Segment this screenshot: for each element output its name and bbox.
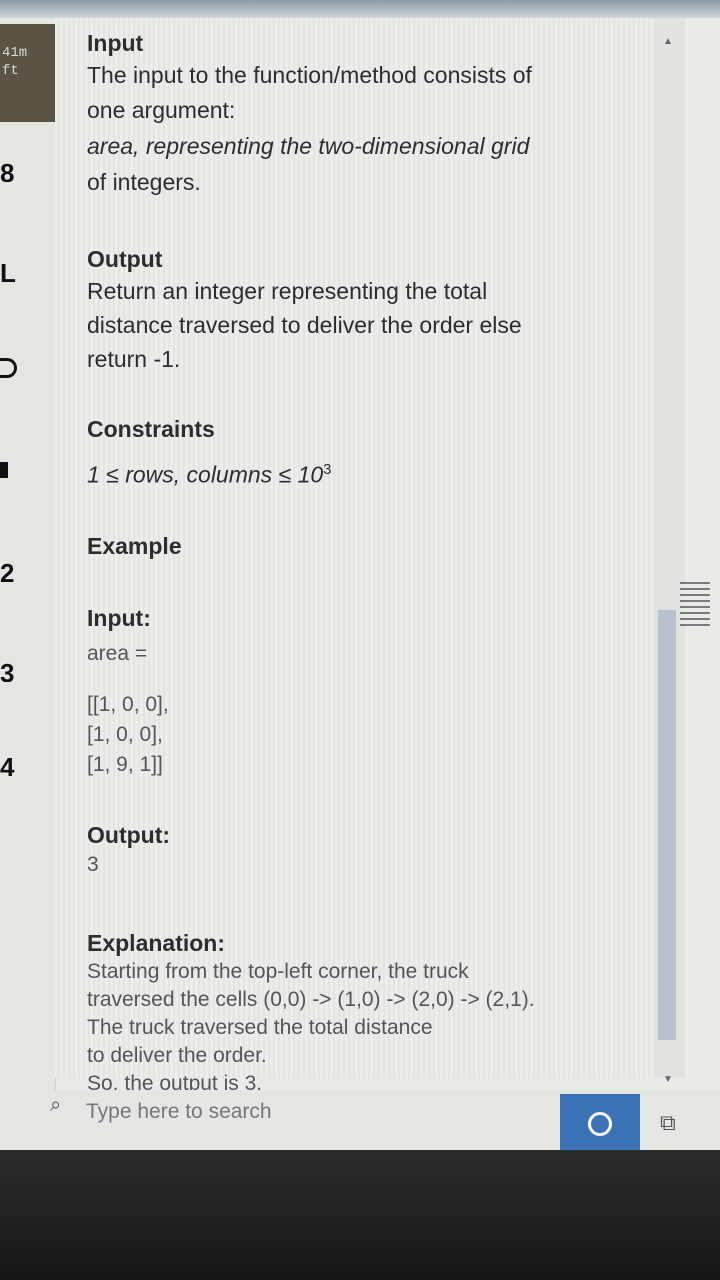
output-text: return -1. <box>87 346 181 372</box>
input-heading: Input <box>87 30 144 56</box>
example-row: [[1, 0, 0], <box>87 692 169 716</box>
output-text: distance traversed to deliver the order … <box>87 312 522 338</box>
example-output-value: 3 <box>87 852 99 876</box>
input-text: The input to the function/method consist… <box>87 62 532 88</box>
input-text: one argument: <box>87 97 236 123</box>
constraints-heading: Constraints <box>87 416 215 442</box>
scroll-up-arrow-icon[interactable]: ▲ <box>663 36 673 47</box>
sidebar-question-1[interactable]: 8 <box>0 158 22 182</box>
screen: 41m ft 8 L 2 3 4 Input The input to the … <box>0 0 720 1150</box>
example-row: [1, 0, 0], <box>87 722 163 746</box>
explanation-text: Starting from the top-left corner, the t… <box>87 959 469 983</box>
sidebar-question-7[interactable]: 4 <box>0 752 22 776</box>
taskbar-search-input[interactable]: Type here to search <box>86 1100 272 1124</box>
sidebar-question-6[interactable]: 3 <box>0 658 22 682</box>
input-text: area, representing the two-dimensional g… <box>87 133 530 159</box>
constraint-text: 1 ≤ rows, columns ≤ 103 <box>87 461 332 488</box>
grip-handle-icon[interactable] <box>680 582 710 626</box>
example-row: [1, 9, 1]] <box>87 752 163 776</box>
timer-left-label: ft <box>2 63 19 79</box>
task-view-icon[interactable]: ⧉ <box>660 1110 676 1136</box>
monitor-bezel <box>0 1150 720 1280</box>
scroll-down-arrow-icon[interactable]: ▼ <box>663 1074 673 1085</box>
scrollbar-thumb[interactable] <box>658 610 676 1040</box>
example-output-label: Output: <box>87 821 171 848</box>
explanation-text: The truck traversed the total distance <box>87 1015 433 1039</box>
explanation-text: traversed the cells (0,0) -> (1,0) -> (2… <box>87 987 535 1011</box>
explanation-text: to deliver the order. <box>87 1043 267 1067</box>
cortana-icon <box>588 1112 612 1136</box>
window-top-bar <box>0 0 720 18</box>
problem-content: Input The input to the function/method c… <box>87 28 647 1098</box>
example-input-label: Input: <box>87 604 151 631</box>
search-icon[interactable]: ⌕ <box>50 1094 61 1117</box>
sidebar-question-2[interactable]: L <box>0 258 22 282</box>
input-text: of integers. <box>87 169 201 195</box>
example-area-label: area = <box>87 641 148 665</box>
example-heading: Example <box>87 532 182 559</box>
sidebar-question-4[interactable] <box>0 462 8 478</box>
explanation-heading: Explanation: <box>87 929 226 956</box>
problem-panel: Input The input to the function/method c… <box>55 18 655 1095</box>
output-text: Return an integer representing the total <box>87 278 488 304</box>
timer-remaining: 41m <box>2 45 28 61</box>
timer-box: 41m ft <box>0 24 55 122</box>
output-heading: Output <box>87 246 163 272</box>
sidebar-question-5[interactable]: 2 <box>0 558 22 582</box>
